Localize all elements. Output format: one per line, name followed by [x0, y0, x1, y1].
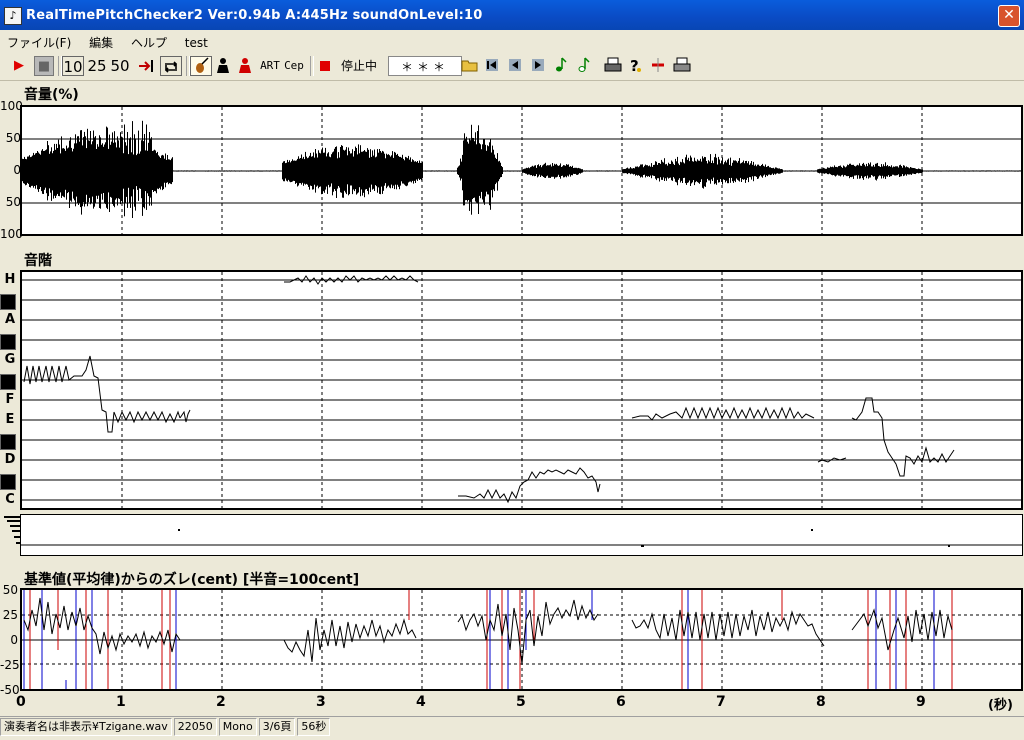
pitch-trace [22, 272, 1021, 508]
time-label: 0 [16, 694, 26, 710]
toolbar: ▶ ■ 10 25 50 ART Cep 停止中 ＊＊＊ ? [0, 52, 1024, 81]
status-bar: 演奏者名は非表示¥Tzigane.wav 22050 Mono 3/6頁 56秒 [0, 716, 1024, 737]
time-label: 1 [116, 694, 126, 710]
status-channels: Mono [218, 718, 257, 736]
status-duration: 56秒 [297, 718, 331, 736]
volume-y-label: 50 [5, 195, 21, 209]
note-label: E [5, 412, 15, 427]
status-page: 3/6頁 [258, 718, 296, 736]
toolbar-separator [310, 56, 314, 76]
record-indicator-icon [318, 56, 332, 76]
speed-50-button[interactable]: 50 [109, 56, 131, 76]
marker-icon[interactable] [650, 56, 666, 76]
print-icon[interactable] [604, 56, 622, 76]
stop-button[interactable]: ■ [34, 56, 54, 76]
first-page-icon[interactable] [484, 56, 500, 76]
status-filename: 演奏者名は非表示¥Tzigane.wav [0, 718, 172, 736]
window-title: RealTimePitchChecker2 Ver:0.94b A:445Hz … [26, 8, 483, 23]
cent-y-label: 25 [2, 608, 18, 622]
volume-y-label: 100 [0, 227, 23, 241]
speed-10-button[interactable]: 10 [62, 56, 84, 76]
black-key [0, 474, 16, 490]
menu-help[interactable]: ヘルプ [124, 30, 174, 51]
note-label: C [5, 492, 15, 507]
repeat-icon[interactable] [160, 56, 182, 76]
time-label: 3 [316, 694, 326, 710]
cent-plot[interactable] [20, 588, 1023, 691]
time-label: 9 [916, 694, 926, 710]
status-samplerate: 22050 [173, 718, 217, 736]
cent-y-label: 0 [10, 633, 18, 647]
person-red-icon[interactable] [236, 56, 254, 76]
time-label: 6 [616, 694, 626, 710]
time-label: 4 [416, 694, 426, 710]
play-button[interactable]: ▶ [10, 56, 28, 76]
note-label: D [4, 452, 16, 467]
volume-plot[interactable] [20, 105, 1023, 236]
app-icon[interactable]: ♪ [4, 7, 22, 25]
volume-y-label: 100 [0, 99, 23, 113]
time-label: 8 [816, 694, 826, 710]
note-display: ＊＊＊ [388, 56, 462, 76]
note-label: G [4, 352, 16, 367]
next-page-icon[interactable] [530, 56, 546, 76]
time-unit-label: (秒) [988, 698, 1013, 713]
help-icon[interactable]: ? [627, 56, 643, 76]
volume-y-label: 0 [13, 163, 21, 177]
note-green-icon[interactable] [553, 56, 569, 76]
cep-button[interactable]: Cep [283, 56, 305, 76]
note-outline-icon[interactable] [576, 56, 592, 76]
cent-title: 基準値(平均律)からのズレ(cent) [半音=100cent] [24, 572, 360, 588]
cent-trace [22, 590, 1021, 689]
print-preview-icon[interactable] [673, 56, 691, 76]
menu-test[interactable]: test [178, 32, 215, 50]
menu-edit[interactable]: 編集 [82, 30, 120, 51]
person-icon[interactable] [214, 56, 232, 76]
black-key [0, 434, 16, 450]
black-key [0, 334, 16, 350]
black-key [0, 374, 16, 390]
volume-waveform [22, 107, 1021, 234]
close-button[interactable]: ✕ [998, 5, 1020, 27]
title-bar: ♪ RealTimePitchChecker2 Ver:0.94b A:445H… [0, 0, 1024, 30]
black-key [0, 294, 16, 310]
open-folder-icon[interactable] [461, 56, 479, 76]
scale-title: 音階 [24, 253, 52, 269]
time-label: 7 [716, 694, 726, 710]
menu-file[interactable]: ファイル(F) [0, 30, 78, 51]
violin-icon[interactable] [190, 56, 212, 76]
svg-text:?: ? [630, 57, 639, 74]
mini-strip-scale [2, 514, 20, 554]
mini-strip [20, 514, 1023, 556]
cent-y-label: 50 [2, 583, 18, 597]
volume-title: 音量(%) [24, 87, 79, 103]
scale-plot[interactable] [20, 270, 1023, 510]
jump-end-icon[interactable] [137, 56, 157, 76]
previous-page-icon[interactable] [507, 56, 523, 76]
status-label: 停止中 [340, 59, 377, 73]
art-button[interactable]: ART [259, 56, 281, 76]
speed-25-button[interactable]: 25 [86, 56, 108, 76]
note-label: A [4, 312, 16, 327]
time-label: 5 [516, 694, 526, 710]
menu-bar: ファイル(F) 編集 ヘルプ test [0, 30, 1024, 52]
note-label: F [5, 392, 15, 407]
cent-y-label: -25 [0, 658, 20, 672]
note-label: H [4, 272, 16, 287]
time-label: 2 [216, 694, 226, 710]
volume-y-label: 50 [5, 131, 21, 145]
